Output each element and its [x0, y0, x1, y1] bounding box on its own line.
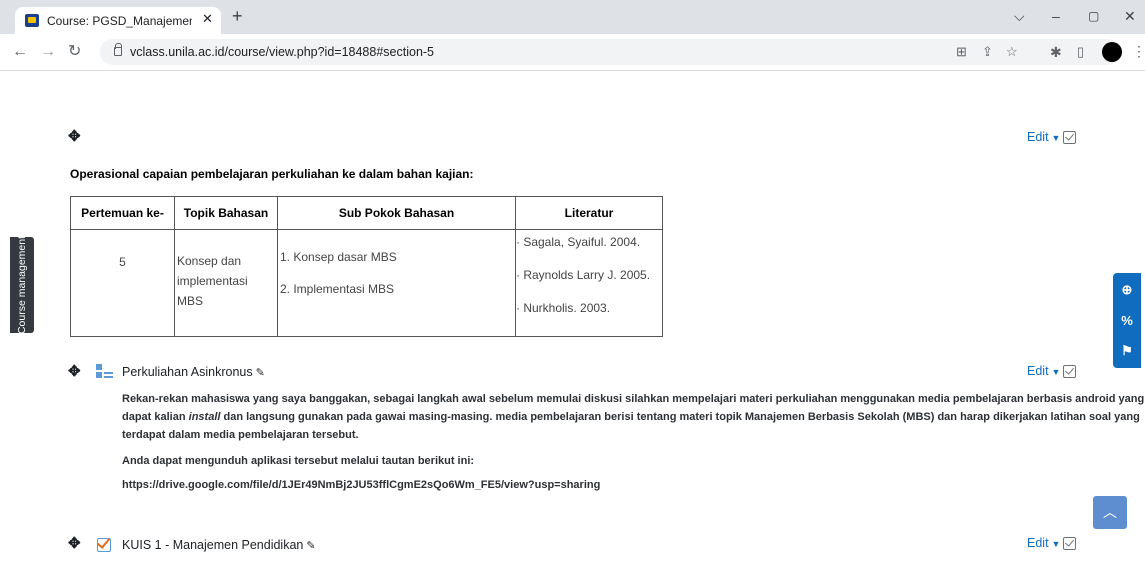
column-header: Literatur	[515, 196, 663, 230]
download-link[interactable]: https://drive.google.com/file/d/1JEr49Nm…	[122, 476, 600, 494]
meeting-cell: 5	[70, 229, 175, 337]
url-text: vclass.unila.ac.id/course/view.php?id=18…	[130, 45, 435, 59]
activity-link[interactable]: Perkuliahan Asinkronus ✎	[122, 365, 265, 379]
edit-label: Edit	[1027, 364, 1049, 378]
table-header-row: Pertemuan ke- Topik Bahasan Sub Pokok Ba…	[70, 196, 663, 230]
description-line: dapat kalian install dan langsung gunaka…	[122, 408, 1144, 426]
address-bar[interactable]: vclass.unila.ac.id/course/view.php?id=18…	[100, 39, 1120, 65]
literature-item: · Sagala, Syaiful. 2004.	[516, 235, 641, 249]
new-tab-button[interactable]: +	[232, 7, 243, 25]
literature-item: · Nurkholis. 2003.	[516, 301, 611, 315]
browser-tab[interactable]: Course: PGSD_Manajemen Pendidikan ✕	[15, 7, 221, 34]
drawer-label: Course management	[16, 235, 28, 335]
tab-close-icon[interactable]: ✕	[202, 11, 213, 27]
activity-title: KUIS 1 - Manajemen Pendidikan	[122, 538, 304, 552]
topic-line: implementasi MBS	[177, 274, 248, 308]
share-icon[interactable]: ⇪	[982, 44, 993, 60]
site-favicon-icon	[25, 14, 39, 27]
link-icon[interactable]: %	[1120, 314, 1134, 328]
column-header: Sub Pokok Bahasan	[277, 196, 516, 230]
move-icon[interactable]: ✥	[68, 534, 81, 552]
page-resource-icon	[96, 364, 114, 378]
caret-down-icon: ▼	[1051, 539, 1061, 549]
activity-description: Rekan-rekan mahasiswa yang saya banggaka…	[122, 390, 1144, 444]
back-to-top-button[interactable]: ︿	[1093, 496, 1127, 529]
section-edit-menu[interactable]: Edit ▼	[1027, 130, 1060, 144]
tab-title: Course: PGSD_Manajemen Pendidikan	[47, 14, 192, 28]
topic-cell: Konsep dan implementasi MBS	[174, 229, 278, 337]
browser-toolbar: ← → ↻ vclass.unila.ac.id/course/view.php…	[0, 34, 1145, 71]
sub-topic-cell: 1. Konsep dasar MBS 2. Implementasi MBS	[277, 229, 516, 337]
bookmark-star-icon[interactable]: ☆	[1006, 44, 1018, 60]
column-header: Topik Bahasan	[174, 196, 278, 230]
description-line: Rekan-rekan mahasiswa yang saya banggaka…	[122, 393, 1145, 405]
caret-down-icon: ▼	[1051, 133, 1061, 143]
column-header: Pertemuan ke-	[70, 196, 175, 230]
activity-edit-menu[interactable]: Edit ▼	[1027, 536, 1060, 550]
translate-icon[interactable]: ⊞	[956, 44, 967, 60]
lock-icon	[114, 43, 122, 56]
literature-item: · Raynolds Larry J. 2005.	[516, 268, 651, 282]
forward-arrow-icon[interactable]: →	[40, 44, 56, 60]
caret-down-icon: ▼	[1051, 367, 1061, 377]
select-checkbox-icon[interactable]	[1063, 131, 1076, 144]
pencil-icon[interactable]: ✎	[256, 367, 265, 379]
side-panel-icon[interactable]: ▯	[1077, 44, 1084, 60]
tab-search-icon[interactable]: ⌵	[1014, 8, 1025, 25]
quiz-icon	[97, 538, 111, 552]
text-span: dapat kalian	[122, 411, 189, 423]
literature-cell: · Sagala, Syaiful. 2004. · Raynolds Larr…	[515, 229, 663, 337]
close-window-button[interactable]: ✕	[1124, 8, 1136, 25]
browser-tab-bar: Course: PGSD_Manajemen Pendidikan ✕ + ⌵ …	[0, 0, 1145, 34]
edit-label: Edit	[1027, 536, 1049, 550]
pencil-icon[interactable]: ✎	[306, 540, 315, 552]
sub-topic-item: 2. Implementasi MBS	[280, 282, 395, 296]
profile-avatar[interactable]	[1102, 42, 1122, 62]
reload-icon[interactable]: ↻	[68, 44, 81, 60]
help-lifebuoy-icon[interactable]: ⊕	[1120, 283, 1134, 297]
table-row: 5 Konsep dan implementasi MBS 1. Konsep …	[70, 229, 663, 337]
activity-title: Perkuliahan Asinkronus	[122, 365, 253, 379]
course-page: ✥ Edit ▼ Operasional capaian pembelajaran…	[0, 72, 1145, 564]
topic-line: Konsep dan	[177, 254, 242, 268]
select-checkbox-icon[interactable]	[1063, 537, 1076, 550]
text-span: dan langsung gunakan pada gawai masing-m…	[220, 411, 1140, 423]
syllabus-table: Pertemuan ke- Topik Bahasan Sub Pokok Ba…	[70, 196, 663, 337]
activity-link[interactable]: KUIS 1 - Manajemen Pendidikan ✎	[122, 538, 316, 552]
extensions-icon[interactable]: ✱	[1050, 44, 1062, 60]
restore-button[interactable]: ▢	[1088, 9, 1099, 23]
sub-topic-item: 1. Konsep dasar MBS	[280, 250, 397, 264]
select-checkbox-icon[interactable]	[1063, 365, 1076, 378]
activity-edit-menu[interactable]: Edit ▼	[1027, 364, 1060, 378]
move-icon[interactable]: ✥	[68, 127, 81, 145]
download-instruction: Anda dapat mengunduh aplikasi tersebut m…	[122, 455, 475, 467]
browser-menu-icon[interactable]: ⋮	[1132, 43, 1145, 60]
section-heading: Operasional capaian pembelajaran perkuli…	[70, 167, 474, 181]
back-arrow-icon[interactable]: ←	[12, 44, 28, 60]
move-icon[interactable]: ✥	[68, 362, 81, 380]
minimize-button[interactable]: –	[1052, 8, 1060, 24]
flag-icon[interactable]: ⚑	[1120, 344, 1134, 358]
right-tool-strip: ⊕ % ⚑	[1113, 273, 1141, 368]
edit-label: Edit	[1027, 130, 1049, 144]
italic-text: install	[188, 411, 221, 423]
description-line: terdapat dalam media pembelajaran terseb…	[122, 429, 359, 441]
course-management-drawer-toggle[interactable]: Course management	[10, 235, 34, 335]
chevron-up-icon: ︿	[1103, 504, 1117, 520]
